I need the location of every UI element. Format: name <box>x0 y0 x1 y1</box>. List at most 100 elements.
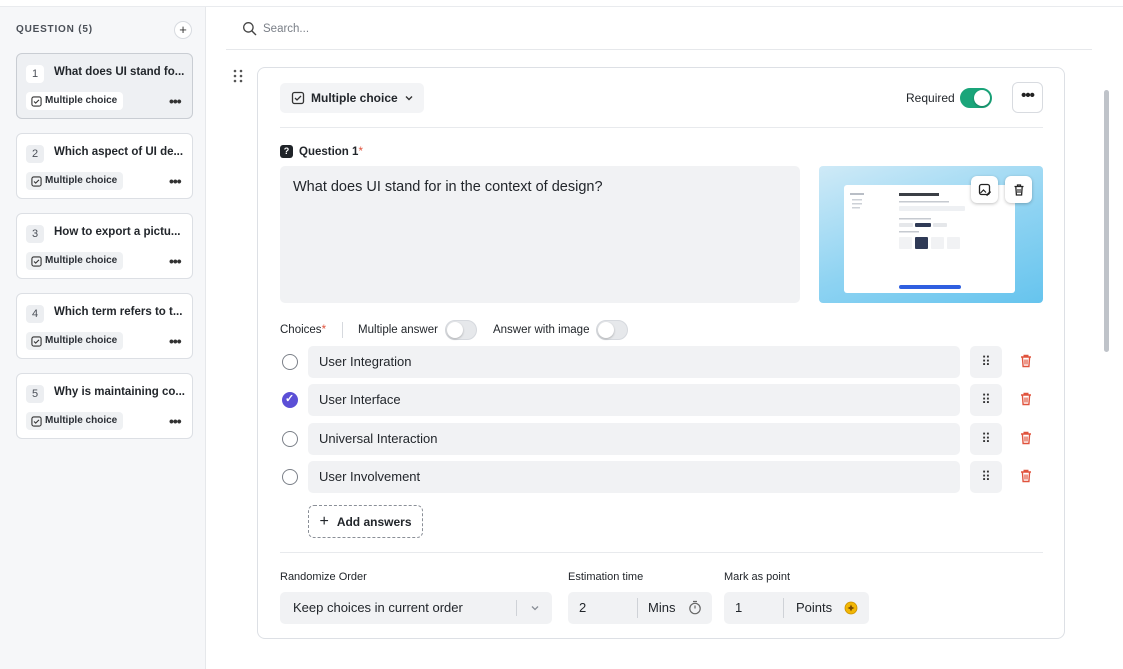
question-type-badge: Multiple choice <box>26 92 124 110</box>
question-card-2[interactable]: 2 Which aspect of UI de... Multiple choi… <box>16 133 193 199</box>
required-label: Required <box>906 91 955 105</box>
question-type-label: Multiple choice <box>45 335 118 346</box>
choice-input[interactable]: User Interface <box>308 384 960 416</box>
drag-handle-icon[interactable]: ⠿ <box>970 423 1002 455</box>
question-editor-card: Multiple choice Required ••• ? Question … <box>257 67 1065 639</box>
multiple-answer-toggle[interactable] <box>444 320 477 340</box>
required-star: * <box>321 324 327 336</box>
question-more-button[interactable]: ••• <box>169 412 182 430</box>
add-answers-button[interactable]: + Add answers <box>308 505 423 538</box>
question-type-badge: Multiple choice <box>26 412 124 430</box>
choice-input[interactable]: User Involvement <box>308 461 960 493</box>
question-type-badge: Multiple choice <box>26 172 124 190</box>
randomize-order-label: Randomize Order <box>280 571 367 583</box>
page-scrollbar[interactable] <box>1104 90 1109 352</box>
randomize-order-select[interactable]: Keep choices in current order <box>280 592 552 624</box>
randomize-order-value: Keep choices in current order <box>293 600 463 615</box>
search-input[interactable] <box>263 20 763 38</box>
checklist-icon <box>291 91 305 105</box>
estimation-time-label: Estimation time <box>568 571 644 583</box>
question-title: Which term refers to t... <box>54 306 183 318</box>
choice-row: User Integration ⠿ <box>280 346 1043 378</box>
top-bar <box>0 0 1123 7</box>
trash-icon <box>1014 183 1023 196</box>
coin-icon <box>844 601 858 615</box>
question-type-badge: Multiple choice <box>26 332 124 350</box>
estimation-time-field[interactable]: 2 Mins <box>568 592 712 624</box>
choice-radio[interactable] <box>282 392 298 408</box>
question-more-button[interactable]: ••• <box>169 92 182 110</box>
question-more-button[interactable]: ••• <box>169 172 182 190</box>
question-title: How to export a pictu... <box>54 226 181 238</box>
checklist-icon <box>31 95 42 107</box>
divider <box>280 127 1043 128</box>
change-image-button[interactable] <box>971 176 998 203</box>
question-type-select[interactable]: Multiple choice <box>280 83 424 113</box>
drag-handle-icon[interactable] <box>231 68 245 86</box>
checklist-icon <box>31 335 42 347</box>
question-icon: ? <box>280 145 293 158</box>
question-more-button[interactable]: ••• <box>169 332 182 350</box>
chevron-down-icon <box>405 96 413 101</box>
question-card-5[interactable]: 5 Why is maintaining co... Multiple choi… <box>16 373 193 439</box>
question-type-label: Multiple choice <box>45 415 118 426</box>
drag-handle-icon[interactable]: ⠿ <box>970 461 1002 493</box>
trash-icon[interactable] <box>1018 353 1034 369</box>
mark-as-point-field[interactable]: 1 Points <box>724 592 869 624</box>
question-number: 5 <box>26 385 44 403</box>
question-image[interactable] <box>819 166 1043 303</box>
required-star: * <box>358 145 363 158</box>
checklist-icon <box>31 255 42 267</box>
delete-image-button[interactable] <box>1005 176 1032 203</box>
question-title: Why is maintaining co... <box>54 386 185 398</box>
chevron-down-icon <box>531 606 539 611</box>
question-card-3[interactable]: 3 How to export a pictu... Multiple choi… <box>16 213 193 279</box>
sidebar-header: QUESTION (5) <box>16 24 93 35</box>
question-card-4[interactable]: 4 Which term refers to t... Multiple cho… <box>16 293 193 359</box>
choice-radio[interactable] <box>282 469 298 485</box>
more-options-button[interactable]: ••• <box>1012 82 1043 113</box>
trash-icon[interactable] <box>1018 430 1034 446</box>
answer-with-image-label: Answer with image <box>492 324 590 336</box>
choice-row: User Interface ⠿ <box>280 384 1043 416</box>
question-label-text: Question 1 <box>299 145 359 158</box>
search-bar <box>226 8 1092 50</box>
question-number: 3 <box>26 225 44 243</box>
question-number: 4 <box>26 305 44 323</box>
question-label: ? Question 1 * <box>280 145 363 158</box>
choice-input[interactable]: User Integration <box>308 346 960 378</box>
question-title: What does UI stand fo... <box>54 66 185 78</box>
question-type-label: Multiple choice <box>45 255 118 266</box>
question-type-select-label: Multiple choice <box>311 91 398 105</box>
add-question-button[interactable]: + <box>174 21 192 39</box>
question-number: 2 <box>26 145 44 163</box>
answer-with-image-toggle[interactable] <box>596 320 629 340</box>
required-toggle[interactable] <box>960 88 992 108</box>
plus-icon: + <box>319 512 329 530</box>
question-text-input[interactable]: What does UI stand for in the context of… <box>280 166 800 303</box>
question-card-1[interactable]: 1 What does UI stand fo... Multiple choi… <box>16 53 193 119</box>
question-type-badge: Multiple choice <box>26 252 124 270</box>
mark-as-point-unit: Points <box>796 600 833 615</box>
search-icon <box>243 22 257 36</box>
trash-icon[interactable] <box>1018 391 1034 407</box>
choice-row: Universal Interaction ⠿ <box>280 423 1043 455</box>
estimation-time-value: 2 <box>579 600 587 615</box>
divider <box>280 552 1043 553</box>
trash-icon[interactable] <box>1018 468 1034 484</box>
question-title: Which aspect of UI de... <box>54 146 184 158</box>
checklist-icon <box>31 415 42 427</box>
choice-input[interactable]: Universal Interaction <box>308 423 960 455</box>
drag-handle-icon[interactable]: ⠿ <box>970 346 1002 378</box>
question-number: 1 <box>26 65 44 83</box>
mark-as-point-value: 1 <box>735 600 743 615</box>
choice-radio[interactable] <box>282 431 298 447</box>
question-more-button[interactable]: ••• <box>169 252 182 270</box>
drag-handle-icon[interactable]: ⠿ <box>970 384 1002 416</box>
estimation-time-unit: Mins <box>648 600 676 615</box>
question-type-label: Multiple choice <box>45 95 118 106</box>
choices-options-row: Choices * Multiple answer Answer with ima… <box>280 320 644 340</box>
choice-row: User Involvement ⠿ <box>280 461 1043 493</box>
question-type-label: Multiple choice <box>45 175 118 186</box>
choice-radio[interactable] <box>282 354 298 370</box>
